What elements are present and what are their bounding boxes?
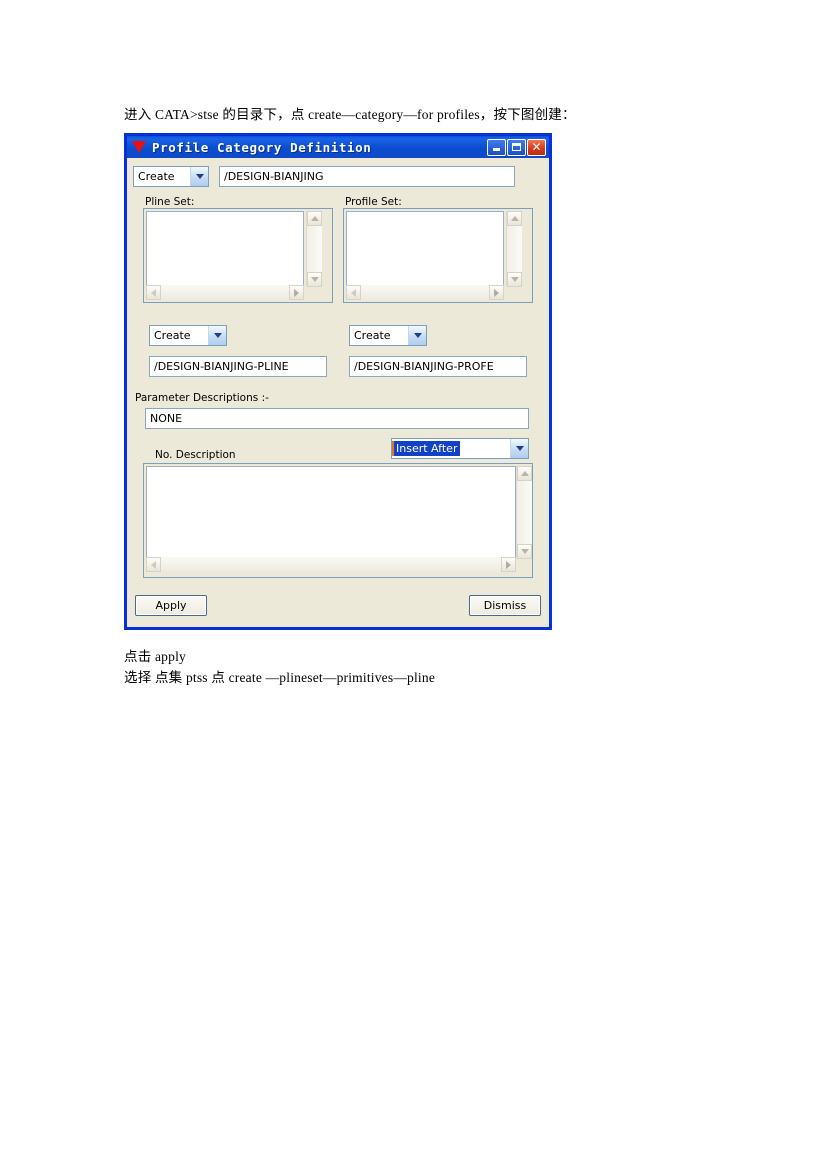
profile-set-horizontal-scrollbar[interactable]: [346, 285, 504, 301]
scroll-up-button[interactable]: [307, 211, 322, 226]
description-vertical-scrollbar[interactable]: [516, 466, 532, 559]
profile-name-input[interactable]: /DESIGN-BIANJING-PROFE: [349, 356, 527, 377]
description-horizontal-scrollbar[interactable]: [146, 557, 516, 573]
profile-category-definition-dialog: Profile Category Definition ✕ Create /DE…: [124, 133, 552, 630]
chevron-down-icon: [408, 326, 426, 345]
dialog-body: Create /DESIGN-BIANJING Pline Set: Profi…: [127, 158, 549, 627]
chevron-down-icon: [510, 439, 528, 458]
pline-set-vertical-scrollbar[interactable]: [306, 211, 322, 287]
intro-paragraph: 进入 CATA>stse 的目录下，点 create—category—for …: [124, 107, 576, 122]
top-mode-dropdown[interactable]: Create: [133, 166, 209, 187]
scroll-down-button[interactable]: [517, 544, 532, 559]
description-listbox[interactable]: [143, 463, 533, 578]
scroll-left-button[interactable]: [346, 285, 361, 300]
scroll-up-button[interactable]: [507, 211, 522, 226]
pline-set-horizontal-scrollbar[interactable]: [146, 285, 304, 301]
top-path-input[interactable]: /DESIGN-BIANJING: [219, 166, 515, 187]
profile-set-listbox[interactable]: [343, 208, 533, 303]
close-button[interactable]: ✕: [527, 138, 546, 156]
profile-mode-value: Create: [354, 329, 391, 342]
profile-set-label: Profile Set:: [345, 196, 402, 208]
top-mode-value: Create: [138, 170, 175, 183]
chevron-down-icon: [190, 167, 208, 186]
description-list-area[interactable]: [146, 466, 516, 559]
scroll-down-button[interactable]: [507, 272, 522, 287]
scroll-right-button[interactable]: [501, 557, 516, 572]
dialog-title: Profile Category Definition: [152, 139, 372, 155]
maximize-button[interactable]: [507, 138, 526, 156]
profile-mode-dropdown[interactable]: Create: [349, 325, 427, 346]
scroll-right-button[interactable]: [489, 285, 504, 300]
pline-mode-value: Create: [154, 329, 191, 342]
titlebar-buttons: ✕: [487, 138, 547, 156]
after-paragraph-2: 选择 点集 ptss 点 create —plineset—primitives…: [124, 670, 436, 685]
maximize-icon: [512, 143, 521, 151]
scroll-up-button[interactable]: [517, 466, 532, 481]
scroll-right-button[interactable]: [289, 285, 304, 300]
scroll-left-button[interactable]: [146, 285, 161, 300]
scroll-left-button[interactable]: [146, 557, 161, 572]
insert-mode-value-wrap: Insert After: [392, 439, 510, 458]
pline-set-label: Pline Set:: [145, 196, 195, 208]
pline-name-input[interactable]: /DESIGN-BIANJING-PLINE: [149, 356, 327, 377]
red-funnel-icon: [131, 139, 147, 155]
insert-mode-value: Insert After: [392, 441, 461, 456]
parameter-descriptions-input[interactable]: NONE: [145, 408, 529, 429]
chevron-down-icon: [208, 326, 226, 345]
minimize-icon: [493, 148, 500, 151]
pline-set-list-area[interactable]: [146, 211, 304, 287]
minimize-button[interactable]: [487, 138, 506, 156]
description-columns-label: No. Description: [155, 449, 236, 461]
profile-set-vertical-scrollbar[interactable]: [506, 211, 522, 287]
pline-mode-dropdown[interactable]: Create: [149, 325, 227, 346]
scroll-down-button[interactable]: [307, 272, 322, 287]
dialog-titlebar[interactable]: Profile Category Definition ✕: [127, 136, 549, 158]
parameter-descriptions-label: Parameter Descriptions :-: [135, 392, 269, 404]
profile-set-list-area[interactable]: [346, 211, 504, 287]
dismiss-button[interactable]: Dismiss: [469, 595, 541, 616]
pline-set-listbox[interactable]: [143, 208, 333, 303]
apply-button[interactable]: Apply: [135, 595, 207, 616]
after-paragraph-1: 点击 apply: [124, 649, 186, 664]
insert-mode-dropdown[interactable]: Insert After: [391, 438, 529, 459]
